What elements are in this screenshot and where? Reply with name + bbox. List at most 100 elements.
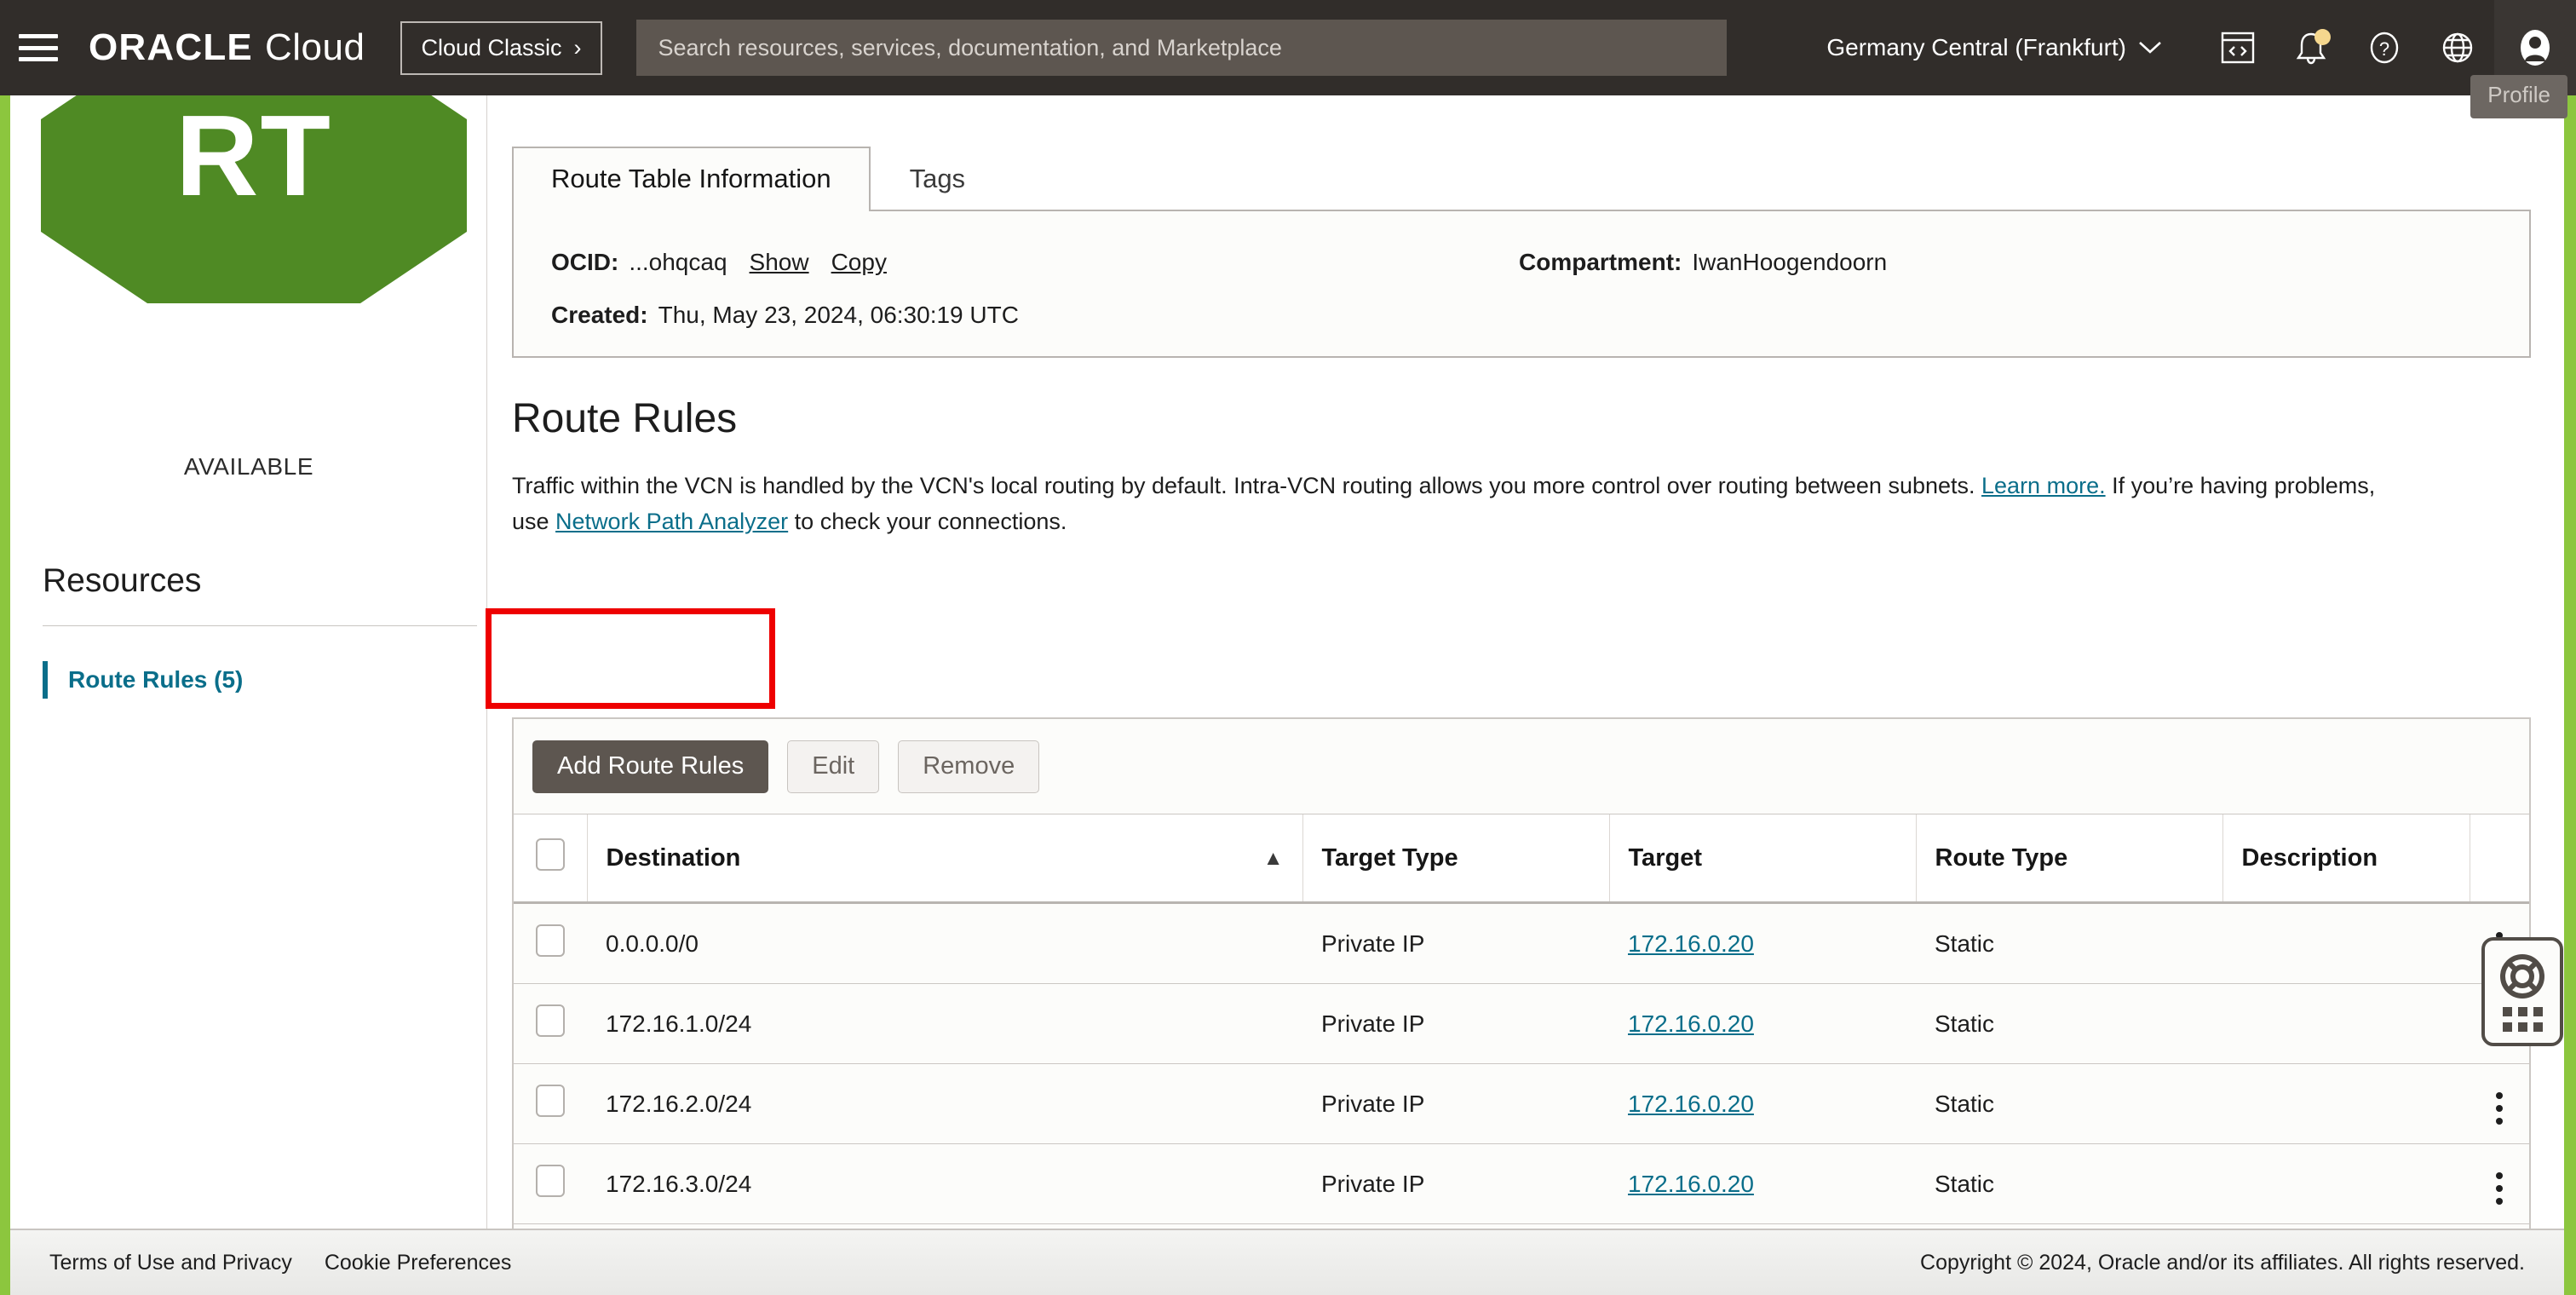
profile-tooltip: Profile xyxy=(2470,75,2567,118)
column-header-target[interactable]: Target xyxy=(1609,814,1916,903)
life-ring-icon xyxy=(2498,953,2546,1000)
description-text-3: to check your connections. xyxy=(788,509,1067,534)
row-checkbox-cell xyxy=(514,903,587,984)
column-label: Route Type xyxy=(1935,844,2068,872)
created-row: Created: Thu, May 23, 2024, 06:30:19 UTC xyxy=(551,302,1019,329)
detail-tabs: Route Table Information Tags xyxy=(512,148,2531,211)
network-path-analyzer-link[interactable]: Network Path Analyzer xyxy=(555,509,788,534)
cell-target[interactable]: 172.16.0.20 xyxy=(1609,1064,1916,1144)
column-header-actions xyxy=(2470,814,2529,903)
page-title: Route Rules xyxy=(512,395,737,442)
cookie-preferences-link[interactable]: Cookie Preferences xyxy=(325,1251,512,1275)
remove-button[interactable]: Remove xyxy=(898,740,1039,793)
top-bar-right-cluster: Germany Central (Frankfurt) ? xyxy=(1826,0,2576,95)
table-header-row: Destination ▲ Target Type Target Route T… xyxy=(514,814,2529,903)
select-all-header xyxy=(514,814,587,903)
table-row[interactable]: 172.16.2.0/24Private IP172.16.0.20Static xyxy=(514,1064,2529,1144)
row-actions-cell xyxy=(2470,1144,2529,1224)
row-checkbox[interactable] xyxy=(536,1085,565,1117)
cell-target[interactable]: 172.16.0.20 xyxy=(1609,984,1916,1064)
bell-icon[interactable] xyxy=(2274,0,2348,95)
cloud-classic-button[interactable]: Cloud Classic › xyxy=(400,21,601,75)
row-checkbox[interactable] xyxy=(536,924,565,957)
globe-glyph xyxy=(2439,29,2476,66)
avatar-glyph xyxy=(2515,26,2556,70)
cell-target-link[interactable]: 172.16.0.20 xyxy=(1628,1010,1754,1037)
cell-target[interactable]: 172.16.0.20 xyxy=(1609,1144,1916,1224)
search-input[interactable] xyxy=(658,35,1705,61)
grid-dot xyxy=(2533,1022,2543,1032)
row-checkbox[interactable] xyxy=(536,1004,565,1037)
tab-label: Route Table Information xyxy=(551,164,831,194)
table-body: 0.0.0.0/0Private IP172.16.0.20Static172.… xyxy=(514,903,2529,1229)
accent-stripe-right xyxy=(2564,0,2576,1295)
tab-tags[interactable]: Tags xyxy=(871,147,1004,210)
row-checkbox-cell xyxy=(514,1144,587,1224)
grid-dot xyxy=(2533,1007,2543,1016)
main-content-area: Route Table Information Tags OCID: ...oh… xyxy=(488,95,2564,1229)
tab-route-table-information[interactable]: Route Table Information xyxy=(512,147,871,210)
ocid-label: OCID: xyxy=(551,249,618,276)
cell-target[interactable]: 172.16.0.20 xyxy=(1609,903,1916,984)
kebab-dot xyxy=(2496,1172,2503,1179)
hamburger-menu-icon[interactable] xyxy=(19,31,58,65)
cell-target-link[interactable]: 172.16.0.20 xyxy=(1628,1091,1754,1117)
column-header-route-type[interactable]: Route Type xyxy=(1916,814,2222,903)
app-grid-icon xyxy=(2503,1007,2543,1032)
status-badge: AVAILABLE xyxy=(10,453,487,481)
route-rules-panel: Add Route Rules Edit Remove Destination … xyxy=(512,717,2531,1229)
add-route-rules-label: Add Route Rules xyxy=(557,752,744,780)
region-label: Germany Central (Frankfurt) xyxy=(1826,34,2126,61)
row-actions-cell xyxy=(2470,1064,2529,1144)
region-selector[interactable]: Germany Central (Frankfurt) xyxy=(1826,34,2201,61)
add-route-rules-button[interactable]: Add Route Rules xyxy=(532,740,768,793)
hamburger-line xyxy=(19,57,58,61)
sidebar-item-label: Route Rules (5) xyxy=(68,666,243,694)
cell-destination: 172.16.2.0/24 xyxy=(587,1064,1302,1144)
resources-heading: Resources xyxy=(43,562,201,600)
brand-oracle-text: ORACLE xyxy=(89,26,253,69)
ocid-show-link[interactable]: Show xyxy=(750,249,809,276)
remove-label: Remove xyxy=(923,752,1015,780)
cell-description xyxy=(2222,984,2470,1064)
cell-description xyxy=(2222,1144,2470,1224)
footer-links: Terms of Use and Privacy Cookie Preferen… xyxy=(49,1251,511,1275)
support-widget[interactable] xyxy=(2481,937,2563,1046)
row-checkbox-cell xyxy=(514,1064,587,1144)
code-editor-glyph xyxy=(2219,29,2257,66)
created-value: Thu, May 23, 2024, 06:30:19 UTC xyxy=(658,302,1019,329)
cell-description xyxy=(2222,903,2470,984)
cell-route-type: Static xyxy=(1916,1144,2222,1224)
row-actions-menu-icon[interactable] xyxy=(2491,1167,2508,1210)
chevron-down-icon xyxy=(2138,40,2162,55)
ocid-copy-link[interactable]: Copy xyxy=(831,249,887,276)
terms-of-use-link[interactable]: Terms of Use and Privacy xyxy=(49,1251,292,1275)
oracle-cloud-logo[interactable]: ORACLE Cloud xyxy=(89,26,365,69)
edit-button[interactable]: Edit xyxy=(787,740,879,793)
grid-dot xyxy=(2518,1007,2527,1016)
help-icon[interactable]: ? xyxy=(2348,0,2421,95)
column-header-target-type[interactable]: Target Type xyxy=(1302,814,1609,903)
description-text-1: Traffic within the VCN is handled by the… xyxy=(512,473,1981,498)
kebab-dot xyxy=(2496,1105,2503,1112)
column-header-description[interactable]: Description xyxy=(2222,814,2470,903)
row-actions-menu-icon[interactable] xyxy=(2491,1087,2508,1130)
global-search-bar[interactable] xyxy=(636,20,1727,76)
kebab-dot xyxy=(2496,1198,2503,1205)
sidebar-item-route-rules[interactable]: Route Rules (5) xyxy=(43,661,243,699)
cell-target-type: Private IP xyxy=(1302,1064,1609,1144)
select-all-checkbox[interactable] xyxy=(536,838,565,871)
code-editor-icon[interactable] xyxy=(2201,0,2274,95)
cell-target-link[interactable]: 172.16.0.20 xyxy=(1628,1171,1754,1197)
table-row[interactable]: 0.0.0.0/0Private IP172.16.0.20Static xyxy=(514,903,2529,984)
route-rules-table: Destination ▲ Target Type Target Route T… xyxy=(514,814,2529,1229)
table-row[interactable]: 172.16.3.0/24Private IP172.16.0.20Static xyxy=(514,1144,2529,1224)
row-checkbox[interactable] xyxy=(536,1165,565,1197)
resource-initials: RT xyxy=(175,89,332,222)
table-row[interactable]: 172.16.1.0/24Private IP172.16.0.20Static xyxy=(514,984,2529,1064)
column-header-destination[interactable]: Destination ▲ xyxy=(587,814,1302,903)
cell-target-link[interactable]: 172.16.0.20 xyxy=(1628,930,1754,957)
page-footer: Terms of Use and Privacy Cookie Preferen… xyxy=(10,1229,2564,1295)
learn-more-link[interactable]: Learn more. xyxy=(1981,473,2106,498)
tab-label: Tags xyxy=(910,164,965,194)
